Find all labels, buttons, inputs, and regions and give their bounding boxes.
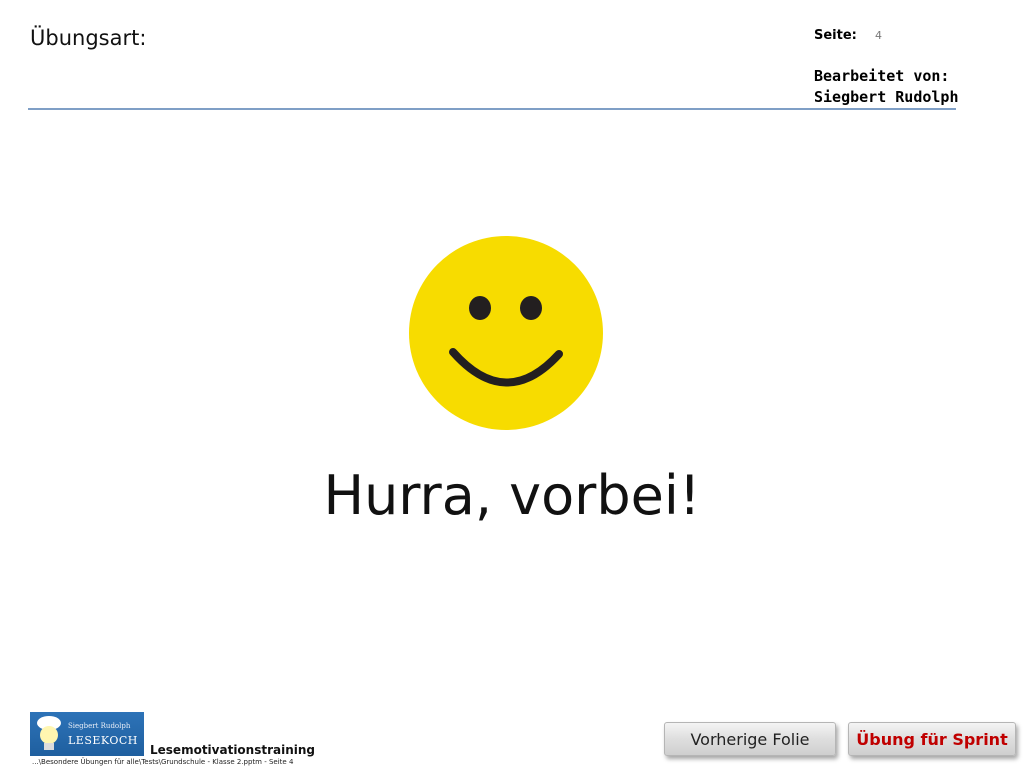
lesekoch-logo: Siegbert Rudolph LESEKOCH xyxy=(30,712,144,756)
completion-message: Hurra, vorbei! xyxy=(323,464,701,527)
header-divider xyxy=(28,108,956,110)
author-label: Bearbeitet von: xyxy=(814,67,950,85)
sprint-exercise-button[interactable]: Übung für Sprint xyxy=(848,722,1016,756)
page-label: Seite: xyxy=(814,28,857,43)
page-number: 4 xyxy=(875,29,882,42)
footer-title: Lesemotivationstraining xyxy=(150,743,316,757)
footer-file-path: ...\Besondere Übungen für alle\Tests\Gru… xyxy=(32,758,294,766)
chef-lightbulb-icon xyxy=(37,716,61,750)
previous-slide-button[interactable]: Vorherige Folie xyxy=(664,722,836,756)
smiley-face-icon xyxy=(409,236,603,430)
logo-brand-text: LESEKOCH xyxy=(68,734,138,747)
author-name: Siegbert Rudolph xyxy=(814,88,959,106)
exercise-type-title: Übungsart: xyxy=(30,26,147,50)
logo-small-text: Siegbert Rudolph xyxy=(68,722,131,730)
